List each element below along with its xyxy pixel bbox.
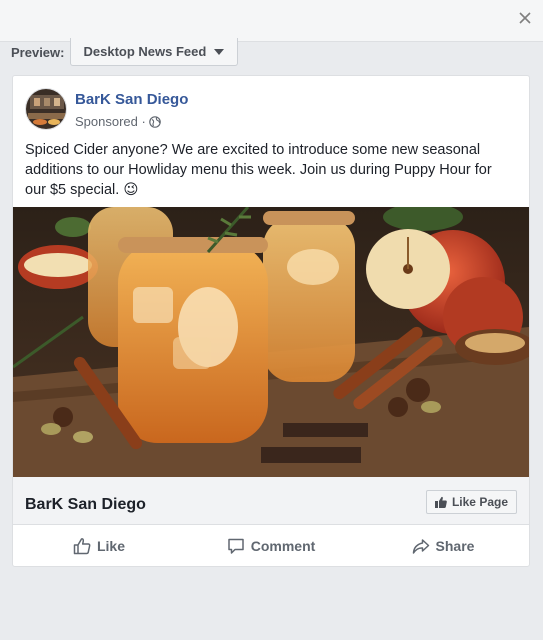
comment-button[interactable]: Comment: [185, 526, 357, 566]
link-footer[interactable]: BarK San Diego Like Page: [13, 477, 529, 525]
comment-icon: [227, 538, 244, 554]
post-text: Spiced Cider anyone? We are excited to i…: [25, 142, 492, 198]
sponsored-label: Sponsored ·: [75, 114, 188, 129]
post-header: BarK San Diego Sponsored ·: [25, 88, 188, 130]
like-page-label: Like Page: [451, 495, 508, 509]
like-button[interactable]: Like: [13, 526, 185, 566]
post-image[interactable]: [13, 207, 529, 477]
preview-placement-dropdown[interactable]: Desktop News Feed: [70, 38, 239, 66]
post-actions: Like Comment Share: [13, 526, 529, 566]
spiced-cider-drinks-photo: [13, 207, 529, 477]
preview-selected-value: Desktop News Feed: [83, 44, 207, 59]
thumbs-up-icon: [434, 496, 447, 508]
caret-down-icon: [214, 48, 225, 55]
page-avatar[interactable]: [25, 88, 67, 130]
preview-label: Preview:: [11, 44, 65, 60]
like-icon: [73, 538, 91, 555]
comment-label: Comment: [250, 538, 316, 554]
dialog-header: [0, 0, 543, 42]
close-icon: [519, 12, 531, 24]
preview-row: Preview: Desktop News Feed: [11, 38, 239, 66]
link-title: BarK San Diego: [25, 496, 146, 513]
avatar-image: [26, 89, 66, 129]
sponsored-text: Sponsored ·: [75, 114, 146, 129]
close-button[interactable]: [513, 6, 537, 30]
share-icon: [412, 539, 429, 554]
ad-preview-card: BarK San Diego Sponsored · Spiced Cider …: [12, 75, 530, 567]
globe-icon[interactable]: [149, 115, 161, 128]
share-label: Share: [435, 538, 475, 554]
share-button[interactable]: Share: [357, 526, 529, 566]
like-page-button[interactable]: Like Page: [425, 490, 517, 514]
like-label: Like: [96, 538, 125, 554]
page-name-link[interactable]: BarK San Diego: [75, 91, 188, 108]
